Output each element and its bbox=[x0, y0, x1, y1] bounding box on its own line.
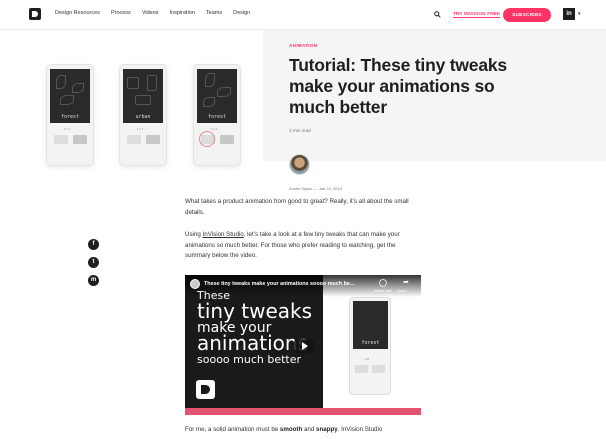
article-title: Tutorial: These tiny tweaks make your an… bbox=[289, 55, 507, 117]
phone-button bbox=[146, 135, 160, 144]
invision-in-icon[interactable]: in bbox=[563, 8, 575, 20]
nav-teams[interactable]: Teams bbox=[206, 10, 222, 16]
article-paragraph: What takes a product animation from good… bbox=[185, 198, 409, 216]
video-title[interactable]: These tiny tweaks make your animations s… bbox=[204, 281, 354, 287]
messenger-share-icon[interactable]: m bbox=[88, 275, 99, 286]
try-invision-free-link[interactable]: TRY INVISION FREE bbox=[453, 11, 501, 18]
nav-process[interactable]: Process bbox=[111, 10, 131, 16]
phone-mockup: forest ••• bbox=[193, 64, 241, 166]
nav-design-resources[interactable]: Design Resources bbox=[55, 10, 100, 16]
phone-button bbox=[127, 135, 141, 144]
video-bottom-band bbox=[185, 408, 421, 415]
category-label[interactable]: ANIMATION bbox=[289, 43, 317, 48]
phone-button bbox=[220, 135, 234, 144]
watch-later-label: Watch later bbox=[374, 289, 393, 293]
invision-studio-link[interactable]: InVision Studio bbox=[203, 231, 244, 238]
nav-videos[interactable]: Videos bbox=[142, 10, 159, 16]
video-player[interactable]: These tiny tweaks make your animations s… bbox=[185, 275, 421, 408]
video-caption-line: soooo much better bbox=[197, 353, 302, 366]
page-dots: ••• bbox=[137, 126, 145, 131]
play-icon[interactable] bbox=[294, 339, 314, 353]
article-paragraph: For me, a solid animation must be smooth… bbox=[185, 426, 383, 433]
watch-later-icon[interactable] bbox=[379, 279, 387, 287]
read-time: 3 min read bbox=[289, 128, 311, 133]
author-avatar[interactable] bbox=[289, 154, 310, 175]
phone-button bbox=[372, 365, 385, 373]
page-dots: ••• bbox=[211, 126, 219, 131]
phone-mockup: urban ••• bbox=[119, 64, 167, 166]
invision-logo bbox=[196, 380, 215, 399]
phone-label: forest bbox=[361, 340, 380, 346]
invision-logo[interactable] bbox=[29, 8, 41, 20]
phone-label: forest bbox=[60, 114, 80, 120]
facebook-share-icon[interactable]: f bbox=[88, 239, 99, 250]
nav-links: Design Resources Process Videos Inspirat… bbox=[55, 10, 250, 16]
share-arrow-icon[interactable]: ➦ bbox=[403, 278, 409, 286]
nav-inspiration[interactable]: Inspiration bbox=[170, 10, 195, 16]
phone-label: forest bbox=[207, 114, 227, 120]
page-dots: ••• bbox=[365, 356, 370, 361]
twitter-share-icon[interactable]: t bbox=[88, 257, 99, 268]
chevron-down-icon[interactable]: ▾ bbox=[578, 11, 581, 17]
search-icon[interactable] bbox=[434, 11, 441, 18]
channel-avatar[interactable] bbox=[190, 279, 200, 289]
video-caption-line: animations bbox=[197, 331, 308, 355]
tap-ring bbox=[199, 131, 215, 147]
phone-button bbox=[54, 135, 68, 144]
video-phone-mockup: forest ••• bbox=[349, 297, 391, 395]
page-dots: ••• bbox=[64, 126, 72, 131]
author-byline: Austin Saylor — Jan 24, 2019 bbox=[289, 186, 342, 191]
nav-design[interactable]: Design bbox=[233, 10, 250, 16]
phone-mockup: forest ••• bbox=[46, 64, 94, 166]
phone-label: urban bbox=[135, 114, 151, 120]
share-label: Share bbox=[397, 289, 407, 293]
phone-button bbox=[73, 135, 87, 144]
subscribe-button[interactable]: SUBSCRIBE bbox=[503, 8, 551, 22]
top-nav: Design Resources Process Videos Inspirat… bbox=[0, 0, 606, 30]
phone-button bbox=[355, 365, 368, 373]
article-paragraph: Using InVision Studio, let’s take a look… bbox=[185, 231, 400, 259]
